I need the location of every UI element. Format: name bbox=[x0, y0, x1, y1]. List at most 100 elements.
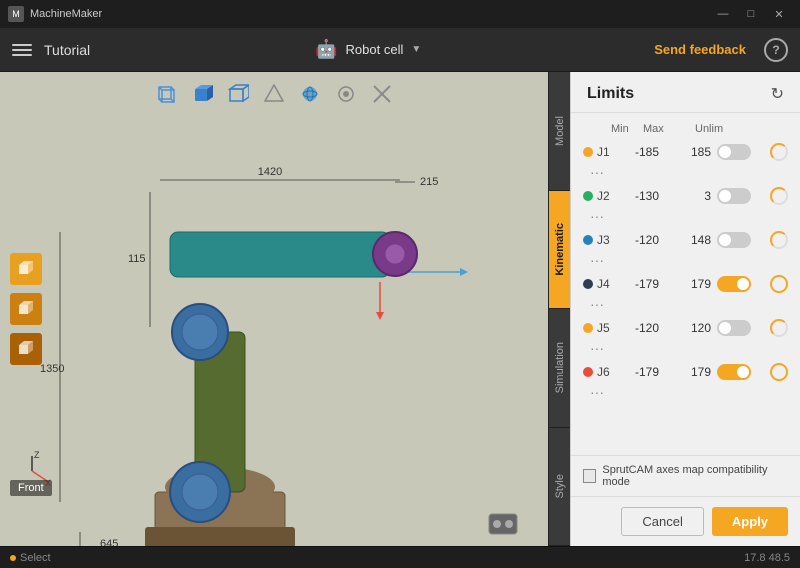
svg-text:1350: 1350 bbox=[40, 363, 64, 375]
topbar-center: 🤖 Robot cell ▼ bbox=[315, 39, 421, 60]
cancel-button[interactable]: Cancel bbox=[621, 507, 703, 536]
joint-j1-toggle[interactable] bbox=[717, 144, 751, 160]
joint-j6-min: -179 bbox=[613, 365, 663, 379]
joint-j5-menu[interactable]: ··· bbox=[583, 340, 611, 356]
table-row: J6 -179 179 ··· bbox=[583, 359, 788, 403]
topbar-right: Send feedback ? bbox=[646, 38, 788, 62]
table-row: J4 -179 179 ··· bbox=[583, 271, 788, 315]
svg-text:1420: 1420 bbox=[258, 166, 282, 178]
app-logo: M bbox=[8, 6, 24, 22]
joint-j4-max: 179 bbox=[665, 277, 715, 291]
joint-j6-label: J6 bbox=[583, 365, 611, 379]
header-max: Max bbox=[643, 123, 693, 135]
joint-j6-toggle[interactable] bbox=[717, 364, 751, 380]
joint-j4-toggle[interactable] bbox=[717, 276, 751, 292]
joint-j4-arc bbox=[769, 274, 789, 294]
view-label: Front bbox=[10, 480, 52, 496]
topbar-left: Tutorial bbox=[12, 42, 90, 58]
tab-model[interactable]: Model bbox=[549, 72, 570, 191]
joint-j3-min: -120 bbox=[613, 233, 663, 247]
titlebar-left: M MachineMaker bbox=[8, 6, 102, 22]
sphere-icon[interactable] bbox=[296, 80, 324, 108]
joint-j2-dot bbox=[583, 191, 593, 201]
select-dot bbox=[10, 555, 16, 561]
joint-j1-min: -185 bbox=[613, 145, 663, 159]
send-feedback-button[interactable]: Send feedback bbox=[646, 38, 754, 61]
minimize-button[interactable]: — bbox=[710, 0, 736, 28]
viewport[interactable]: 1420 215 115 1350 645 330 bbox=[0, 72, 548, 546]
robot-label: Robot cell bbox=[346, 42, 404, 57]
select-indicator: Select bbox=[10, 552, 51, 564]
table-row: J5 -120 120 ··· bbox=[583, 315, 788, 359]
cube-wire-icon[interactable] bbox=[152, 80, 180, 108]
app-name: MachineMaker bbox=[30, 8, 102, 20]
sprutcam-checkbox[interactable] bbox=[583, 469, 596, 483]
joint-j3-toggle[interactable] bbox=[717, 232, 751, 248]
view-icon-1[interactable] bbox=[10, 253, 42, 285]
header-min: Min bbox=[611, 123, 641, 135]
limits-header: Min Max Unlim bbox=[583, 121, 788, 139]
tab-style[interactable]: Style bbox=[549, 428, 570, 547]
joint-j2-menu[interactable]: ··· bbox=[583, 208, 611, 224]
table-row: J3 -120 148 ··· bbox=[583, 227, 788, 271]
sprutcam-row: SprutCAM axes map compatibility mode bbox=[571, 455, 800, 496]
cross-icon[interactable] bbox=[368, 80, 396, 108]
joint-j5-arc bbox=[769, 318, 789, 338]
joint-j3-menu[interactable]: ··· bbox=[583, 252, 611, 268]
tab-simulation[interactable]: Simulation bbox=[549, 309, 570, 428]
cube-flat-icon[interactable] bbox=[224, 80, 252, 108]
select-label: Select bbox=[20, 552, 51, 564]
joint-j1-menu[interactable]: ··· bbox=[583, 164, 611, 180]
viewport-bottom-icon bbox=[488, 513, 518, 538]
shape-icon[interactable] bbox=[260, 80, 288, 108]
help-button[interactable]: ? bbox=[764, 38, 788, 62]
robot-dropdown[interactable]: ▼ bbox=[411, 44, 421, 55]
close-button[interactable]: ✕ bbox=[766, 0, 792, 28]
panel-header: Limits ↻ bbox=[571, 72, 800, 113]
joint-j6-max: 179 bbox=[665, 365, 715, 379]
toolbar bbox=[152, 80, 396, 108]
view-icon-2[interactable] bbox=[10, 293, 42, 325]
joint-j2-label: J2 bbox=[583, 189, 611, 203]
joint-j2-arc bbox=[769, 186, 789, 206]
joint-j3-dot bbox=[583, 235, 593, 245]
joint-j5-max: 120 bbox=[665, 321, 715, 335]
joint-j1-label: J1 bbox=[583, 145, 611, 159]
joint-j6-arc bbox=[769, 362, 789, 382]
joint-j5-label: J5 bbox=[583, 321, 611, 335]
cube-solid-icon[interactable] bbox=[188, 80, 216, 108]
svg-text:115: 115 bbox=[128, 253, 146, 265]
refresh-button[interactable]: ↻ bbox=[771, 84, 784, 104]
left-icons bbox=[10, 253, 42, 365]
view-icon-3[interactable] bbox=[10, 333, 42, 365]
menu-button[interactable] bbox=[12, 44, 32, 56]
joint-j2-max: 3 bbox=[665, 189, 715, 203]
tab-kinematic[interactable]: Kinematic bbox=[549, 191, 570, 310]
joint-j2-min: -130 bbox=[613, 189, 663, 203]
table-row: J2 -130 3 ··· bbox=[583, 183, 788, 227]
joint-j3-max: 148 bbox=[665, 233, 715, 247]
joint-j5-toggle[interactable] bbox=[717, 320, 751, 336]
maximize-button[interactable]: □ bbox=[738, 0, 764, 28]
joint-j6-dot bbox=[583, 367, 593, 377]
joint-j4-menu[interactable]: ··· bbox=[583, 296, 611, 312]
joint-j6-menu[interactable]: ··· bbox=[583, 384, 611, 400]
panel-footer: Cancel Apply bbox=[571, 496, 800, 546]
svg-text:Z: Z bbox=[34, 451, 40, 460]
target-icon[interactable] bbox=[332, 80, 360, 108]
window-controls: — □ ✕ bbox=[710, 0, 792, 28]
joint-j4-label: J4 bbox=[583, 277, 611, 291]
topbar: Tutorial 🤖 Robot cell ▼ Send feedback ? bbox=[0, 28, 800, 72]
apply-button[interactable]: Apply bbox=[712, 507, 788, 536]
joint-j2-toggle[interactable] bbox=[717, 188, 751, 204]
joint-j3-label: J3 bbox=[583, 233, 611, 247]
main-area: 1420 215 115 1350 645 330 bbox=[0, 72, 800, 546]
joint-j1-arc bbox=[769, 142, 789, 162]
right-panel: Limits ↻ Min Max Unlim J1 -185 185 ··· bbox=[570, 72, 800, 546]
titlebar: M MachineMaker — □ ✕ bbox=[0, 0, 800, 28]
joint-j5-dot bbox=[583, 323, 593, 333]
statusbar: Select 17.8 48.5 bbox=[0, 546, 800, 568]
robot-svg: 1420 215 115 1350 645 330 bbox=[0, 112, 500, 546]
side-tabs: Model Kinematic Simulation Style bbox=[548, 72, 570, 546]
table-row: J1 -185 185 ··· bbox=[583, 139, 788, 183]
